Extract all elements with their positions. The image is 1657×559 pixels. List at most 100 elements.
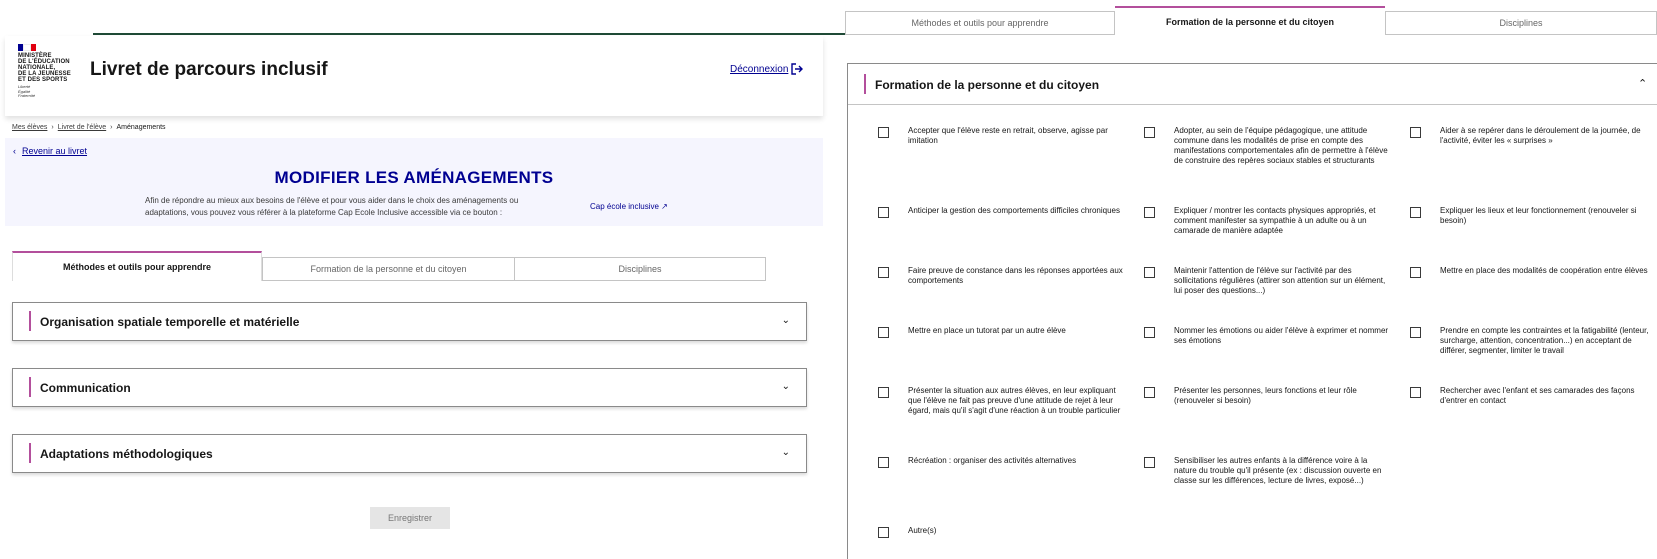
checkbox[interactable] [878, 457, 889, 468]
tab-methodes[interactable]: Méthodes et outils pour apprendre [12, 251, 262, 281]
option-item[interactable]: Expliquer les lieux et leur fonctionneme… [1410, 206, 1655, 226]
tab-disciplines[interactable]: Disciplines [514, 257, 766, 281]
option-label: Prendre en compte les contraintes et la … [1440, 326, 1649, 355]
option-label: Maintenir l'attention de l'élève sur l'a… [1174, 266, 1386, 295]
accordion-label: Communication [40, 381, 131, 395]
option-item[interactable]: Accepter que l'élève reste en retrait, o… [878, 126, 1123, 146]
accent-bar [864, 74, 866, 94]
option-label: Faire preuve de constance dans les répon… [908, 266, 1123, 285]
intro-text: Afin de répondre au mieux aux besoins de… [145, 196, 519, 217]
option-label: Expliquer / montrer les contacts physiqu… [1174, 206, 1376, 235]
checkbox[interactable] [1144, 207, 1155, 218]
cap-ecole-link-label: Cap école inclusive [590, 202, 659, 211]
option-item[interactable]: Récréation : organiser des activités alt… [878, 456, 1123, 468]
accordion-label: Organisation spatiale temporelle et maté… [40, 315, 300, 329]
option-label: Rechercher avec l'enfant et ses camarade… [1440, 386, 1635, 405]
chevron-down-icon: ⌄ [781, 315, 790, 326]
app-title: Livret de parcours inclusif [90, 59, 328, 80]
breadcrumb-link-livret[interactable]: Livret de l'élève [58, 124, 106, 131]
option-item[interactable]: Prendre en compte les contraintes et la … [1410, 326, 1655, 356]
chevron-left-icon: ‹ [13, 146, 16, 156]
checkbox[interactable] [1144, 327, 1155, 338]
tab-formation[interactable]: Formation de la personne et du citoyen [1115, 6, 1385, 35]
option-item[interactable]: Adopter, au sein de l'équipe pédagogique… [1144, 126, 1389, 166]
flag-icon [18, 44, 36, 51]
accent-bar [29, 443, 31, 463]
logo-motto-line: Fraternité [18, 93, 36, 98]
accordion-label: Adaptations méthodologiques [40, 447, 213, 461]
checkbox[interactable] [1144, 457, 1155, 468]
back-link-label: Revenir au livret [22, 146, 88, 156]
checkbox[interactable] [878, 207, 889, 218]
top-divider [93, 33, 848, 35]
checkbox[interactable] [1410, 267, 1421, 278]
ministry-logo: Ministère de l'Éducation nationale, de l… [18, 44, 78, 99]
checkbox[interactable] [878, 527, 889, 538]
checkbox[interactable] [1144, 267, 1155, 278]
option-label: Présenter la situation aux autres élèves… [908, 386, 1121, 415]
option-label: Mettre en place un tutorat par un autre … [908, 326, 1066, 335]
formation-panel: Formation de la personne et du citoyen ⌃… [847, 63, 1657, 559]
option-label: Expliquer les lieux et leur fonctionneme… [1440, 206, 1637, 225]
logout-icon[interactable] [790, 62, 804, 76]
breadcrumb: Mes élèves › Livret de l'élève › Aménagement… [12, 124, 166, 131]
option-label: Présenter les personnes, leurs fonctions… [1174, 386, 1357, 405]
option-item[interactable]: Sensibiliser les autres enfants à la dif… [1144, 456, 1389, 486]
checkbox[interactable] [1410, 387, 1421, 398]
checkbox[interactable] [1410, 127, 1421, 138]
checkbox[interactable] [878, 127, 889, 138]
logout-link[interactable]: Déconnexion [730, 64, 788, 75]
cap-ecole-link[interactable]: Cap école inclusive ↗ [590, 202, 668, 211]
formation-panel-header[interactable]: Formation de la personne et du citoyen ⌃ [848, 64, 1657, 105]
option-item[interactable]: Faire preuve de constance dans les répon… [878, 266, 1123, 286]
breadcrumb-current: Aménagements [116, 124, 166, 131]
tab-formation[interactable]: Formation de la personne et du citoyen [262, 257, 515, 281]
logo-line: et des Sports [18, 77, 68, 83]
tab-methodes[interactable]: Méthodes et outils pour apprendre [845, 11, 1115, 35]
option-label: Accepter que l'élève reste en retrait, o… [908, 126, 1108, 145]
left-screen: Ministère de l'Éducation nationale, de l… [0, 0, 848, 559]
option-item[interactable]: Nommer les émotions ou aider l'élève à e… [1144, 326, 1389, 346]
checkbox[interactable] [878, 267, 889, 278]
option-item[interactable]: Maintenir l'attention de l'élève sur l'a… [1144, 266, 1389, 296]
option-item[interactable]: Aider à se repérer dans le déroulement d… [1410, 126, 1655, 146]
checkbox[interactable] [878, 387, 889, 398]
accordion-adaptations[interactable]: Adaptations méthodologiques ⌄ [12, 434, 807, 473]
option-item[interactable]: Anticiper la gestion des comportements d… [878, 206, 1123, 218]
edit-banner: ‹ Revenir au livret MODIFIER LES AMÉNAGEM… [5, 138, 823, 226]
option-item[interactable]: Mettre en place des modalités de coopéra… [1410, 266, 1655, 278]
site-header: Ministère de l'Éducation nationale, de l… [5, 36, 823, 116]
checkbox[interactable] [1410, 327, 1421, 338]
option-label: Sensibiliser les autres enfants à la dif… [1174, 456, 1382, 485]
checkbox[interactable] [1410, 207, 1421, 218]
breadcrumb-chevron-icon: › [51, 124, 54, 131]
option-label: Anticiper la gestion des comportements d… [908, 206, 1120, 215]
accordion-organisation[interactable]: Organisation spatiale temporelle et maté… [12, 302, 807, 341]
page-title: MODIFIER LES AMÉNAGEMENTS [274, 168, 554, 187]
option-item[interactable]: Autre(s) [878, 526, 1123, 538]
checkbox[interactable] [1144, 127, 1155, 138]
external-link-icon: ↗ [661, 202, 668, 211]
option-label: Mettre en place des modalités de coopéra… [1440, 266, 1648, 275]
option-item[interactable]: Expliquer / montrer les contacts physiqu… [1144, 206, 1389, 236]
option-label: Aider à se repérer dans le déroulement d… [1440, 126, 1641, 145]
chevron-up-icon: ⌃ [1638, 78, 1648, 90]
option-item[interactable]: Mettre en place un tutorat par un autre … [878, 326, 1123, 338]
option-label: Adopter, au sein de l'équipe pédagogique… [1174, 126, 1388, 165]
accordion-communication[interactable]: Communication ⌄ [12, 368, 807, 407]
checkbox[interactable] [1144, 387, 1155, 398]
option-item[interactable]: Présenter les personnes, leurs fonctions… [1144, 386, 1389, 406]
accent-bar [29, 311, 31, 331]
option-label: Autre(s) [908, 526, 937, 535]
option-label: Nommer les émotions ou aider l'élève à e… [1174, 326, 1389, 345]
tab-disciplines[interactable]: Disciplines [1385, 11, 1657, 35]
breadcrumb-link-eleves[interactable]: Mes élèves [12, 124, 47, 131]
option-label: Récréation : organiser des activités alt… [908, 456, 1077, 465]
back-link[interactable]: ‹ Revenir au livret [13, 146, 87, 156]
save-button[interactable]: Enregistrer [370, 507, 450, 529]
option-item[interactable]: Présenter la situation aux autres élèves… [878, 386, 1123, 416]
chevron-down-icon: ⌄ [781, 381, 790, 392]
checkbox[interactable] [878, 327, 889, 338]
breadcrumb-chevron-icon: › [110, 124, 113, 131]
option-item[interactable]: Rechercher avec l'enfant et ses camarade… [1410, 386, 1655, 406]
